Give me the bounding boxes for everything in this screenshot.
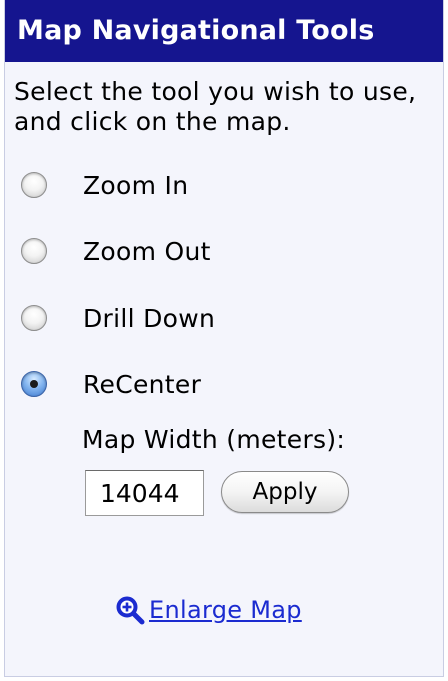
- map-width-input[interactable]: [85, 470, 204, 516]
- enlarge-map-label[interactable]: Enlarge Map: [149, 596, 302, 624]
- tool-option-drill-down[interactable]: Drill Down: [21, 300, 215, 336]
- recenter-label[interactable]: ReCenter: [83, 370, 201, 399]
- radio-selected-dot: [30, 380, 38, 388]
- tool-option-recenter[interactable]: ReCenter: [21, 366, 201, 402]
- recenter-radio[interactable]: [21, 371, 47, 397]
- tool-option-zoom-out[interactable]: Zoom Out: [21, 233, 211, 269]
- zoom-out-label[interactable]: Zoom Out: [83, 237, 211, 266]
- enlarge-map-link[interactable]: Enlarge Map: [115, 595, 302, 625]
- tool-option-zoom-in[interactable]: Zoom In: [21, 167, 188, 203]
- zoom-in-label[interactable]: Zoom In: [83, 171, 188, 200]
- magnifier-plus-icon: [116, 596, 145, 625]
- zoom-out-radio[interactable]: [21, 238, 47, 264]
- zoom-in-radio[interactable]: [21, 172, 47, 198]
- panel-title: Map Navigational Tools: [5, 0, 443, 62]
- map-width-label: Map Width (meters):: [82, 425, 346, 454]
- apply-button[interactable]: Apply: [221, 471, 349, 513]
- drill-down-label[interactable]: Drill Down: [83, 304, 215, 333]
- map-navigational-tools-panel: Map Navigational Tools Select the tool y…: [4, 0, 444, 677]
- instructions-text: Select the tool you wish to use, and cli…: [14, 77, 417, 136]
- drill-down-radio[interactable]: [21, 305, 47, 331]
